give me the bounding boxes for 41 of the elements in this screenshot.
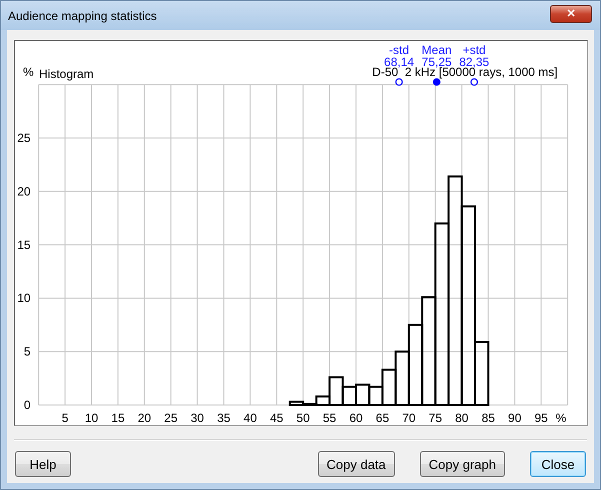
x-tick-label: 20 <box>138 411 152 425</box>
x-tick-label: 35 <box>217 411 230 425</box>
x-tick-label: 90 <box>508 411 522 425</box>
close-button[interactable]: ✕ <box>550 4 592 22</box>
x-tick-label: 65 <box>376 411 390 425</box>
x-tick-label: 30 <box>190 411 204 425</box>
x-tick-label: 70 <box>402 411 416 425</box>
statistic-value: 82,35 <box>459 55 490 69</box>
statistic-value: 75,25 <box>422 55 452 69</box>
x-tick-label: 75 <box>428 411 442 425</box>
dialog-button[interactable]: Copy data <box>318 451 395 477</box>
x-axis-label: % <box>556 411 566 425</box>
default-button[interactable]: Close <box>530 451 586 477</box>
dialog-button[interactable]: Copy graph <box>420 451 505 477</box>
statistic-label: +std <box>462 43 486 57</box>
x-tick-label: 50 <box>296 411 310 425</box>
y-tick-label: 0 <box>24 398 31 412</box>
y-axis-label: % <box>23 65 34 79</box>
x-tick-label: 40 <box>244 411 257 425</box>
statistic-label: -std <box>389 43 410 57</box>
chart-title: Histogram <box>39 67 94 81</box>
window-title: Audience mapping statistics <box>8 8 157 22</box>
y-tick-label: 25 <box>17 131 31 145</box>
x-tick-label: 60 <box>349 411 363 425</box>
x-tick-label: 95 <box>534 411 548 425</box>
x-tick-label: 80 <box>455 411 468 425</box>
x-tick-label: 55 <box>322 411 336 425</box>
x-tick-label: 85 <box>482 411 495 425</box>
y-tick-label: 5 <box>24 344 31 359</box>
statistic-value: 68,14 <box>384 55 414 69</box>
histogram-bar <box>355 384 370 406</box>
statistic-label: Mean <box>422 43 452 57</box>
x-tick-label: 5 <box>62 411 68 425</box>
x-tick-label: 15 <box>111 411 125 425</box>
x-tick-label: 45 <box>270 411 284 425</box>
y-tick-label: 10 <box>17 291 31 306</box>
x-tick-label: 25 <box>164 411 178 425</box>
y-tick-label: 15 <box>17 238 31 252</box>
dialog-button[interactable]: Help <box>15 451 71 477</box>
y-tick-label: 20 <box>17 184 31 198</box>
x-tick-label: 10 <box>84 411 98 425</box>
